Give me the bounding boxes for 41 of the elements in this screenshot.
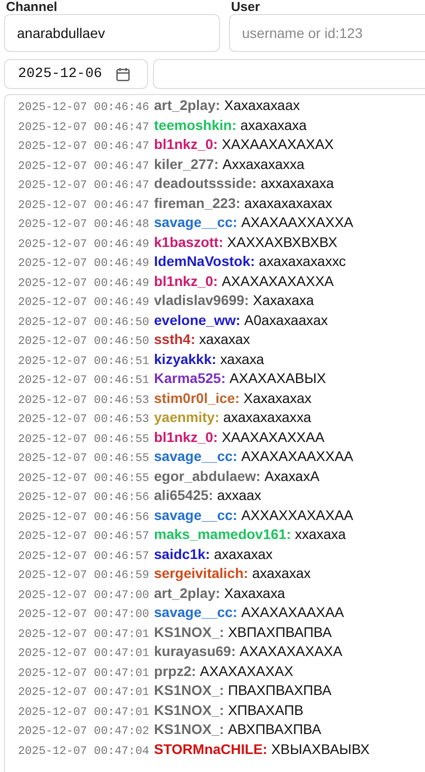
chat-message: 2025-12-07 00:46:55 bl1nkz_0: ХААХАХАХХАА: [18, 428, 326, 447]
chat-message: 2025-12-07 00:46:56 savage__cc: АХХАХХАХАХАА: [18, 506, 354, 525]
chat-message: 2025-12-07 00:47:00 savage__cc: АХАХАХААХАА: [18, 603, 345, 622]
chat-message: 2025-12-07 00:46:49 vladislav9699: Хахахаха: [18, 291, 315, 310]
chat-message: 2025-12-07 00:47:01 KS1NOX_: ПВАХПВАХПВА: [18, 681, 332, 700]
chat-message: 2025-12-07 00:46:49 k1baszott: ХАХХАХВХВХВХ: [18, 232, 338, 252]
user-field[interactable]: username or id:123: [229, 14, 425, 52]
chat-message: 2025-12-07 00:46:57 maks_mamedov161: ххахаха: [18, 525, 347, 544]
chat-message: 2025-12-07 00:47:01 prpz2: АХАХАХАХАХ: [18, 662, 294, 681]
chat-message: 2025-12-07 00:46:47 teemoshkin: ахахахаха: [18, 116, 308, 135]
chat-message: 2025-12-07 00:47:04 STORMnaCHILE: ХВЫАХВАЫВХ: [18, 740, 371, 759]
chat-message: 2025-12-07 00:46:57 saidc1k: ахахахах: [18, 544, 274, 564]
chat-message: 2025-12-07 00:47:01 KS1NOX_: ХВПАХПВАПВА: [18, 622, 333, 642]
chat-message: 2025-12-07 00:47:01 kurayasu69: АХАХАХАХАХА: [18, 642, 344, 662]
channel-field[interactable]: anarabdullaev: [4, 14, 220, 52]
chat-message: 2025-12-07 00:47:02 KS1NOX_: АВХПВАХПВА: [18, 720, 322, 740]
date-field[interactable]: 2025-12-06: [4, 59, 148, 89]
chat-message: 2025-12-07 00:47:01 KS1NOX_: ХПВАХАПВ: [18, 700, 304, 720]
chat-message: 2025-12-07 00:46:50 evelone_ww: А0ахахаахах: [18, 310, 329, 330]
chat-message: 2025-12-07 00:46:47 bl1nkz_0: ХАХААХАХАХАХ: [18, 135, 335, 154]
chat-message: 2025-12-07 00:46:49 IdemNaVostok: ахахахахаххс: [18, 252, 347, 272]
chat-message: 2025-12-07 00:46:50 ssth4: хахахах: [18, 330, 252, 350]
chat-message: 2025-12-07 00:46:59 sergeivitalich: ахахахах: [18, 564, 312, 584]
chat-message: 2025-12-07 00:46:49 bl1nkz_0: АХАХАХАХАХХА: [18, 272, 335, 291]
calendar-icon[interactable]: [116, 66, 130, 82]
chat-message: 2025-12-07 00:46:48 savage__cc: АХАХААХХАХХА: [18, 213, 354, 232]
chat-message: 2025-12-07 00:46:51 kizyakkk: хахаха: [18, 350, 266, 369]
chat-message: 2025-12-07 00:46:46 art_2play: Хахахахаах: [18, 96, 301, 116]
chat-message: 2025-12-07 00:46:47 kiler_277: Аххахахахха: [18, 154, 306, 174]
chat-message: 2025-12-07 00:46:53 yaenmity: ахахахахахха: [18, 408, 312, 428]
chat-message: 2025-12-07 00:46:56 ali65425: аххаах: [18, 486, 262, 506]
chat-message: 2025-12-07 00:46:53 stim0r0l_ice: Хахахахах: [18, 388, 313, 408]
chat-message: 2025-12-07 00:46:51 Karma525: АХАХАХАВЫХ: [18, 369, 327, 388]
user-label: User: [230, 0, 261, 14]
chat-message: 2025-12-07 00:47:00 art_2play: Хахахаха: [18, 584, 286, 603]
channel-label: Channel: [5, 0, 58, 14]
chat-message: 2025-12-07 00:46:47 deadoutssside: аххахахаха: [18, 174, 335, 194]
text-field[interactable]: [153, 59, 425, 89]
chat-message: 2025-12-07 00:46:55 egor_abdulaew: АхахахА: [18, 466, 320, 486]
chat-message: 2025-12-07 00:46:47 fireman_223: ахахахахахах: [18, 194, 334, 213]
chat-message: 2025-12-07 00:46:55 savage__cc: АХАХАХААХХАА: [18, 447, 354, 466]
